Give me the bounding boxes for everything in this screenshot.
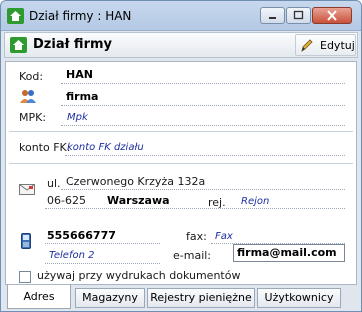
house-icon [10,37,27,53]
phone2-value: Telefon 2 [49,250,95,261]
maximize-icon [293,10,304,20]
envelope-icon [19,184,35,195]
tab-bar: Adres Magazyny Rejestry pieniężne Użytko… [1,285,361,312]
tab-adres[interactable]: Adres [7,285,71,309]
firma-value: firma [66,90,99,103]
print-checkbox-label: używaj przy wydrukach dokumentów [37,269,241,282]
mpk-value: Mpk [67,112,88,123]
firma-underline [61,105,345,106]
email-field[interactable]: firma@mail.com [233,244,345,262]
rej-value: Rejon [241,196,270,207]
tab-rejestry[interactable]: Rejestry pieniężne [147,288,255,308]
minimize-icon [269,17,276,19]
kod-value: HAN [66,68,93,81]
window-title: Dział firmy : HAN [29,9,132,23]
separator [9,163,353,164]
phone2-underline [45,263,160,264]
pencil-icon [301,39,313,52]
house-icon [7,8,24,24]
separator [9,131,353,132]
konto-label: konto FK: [19,141,71,154]
edit-button[interactable]: Edytuj [295,34,356,56]
maximize-button[interactable] [286,7,311,24]
close-button[interactable] [312,7,352,24]
postal-code: 06-625 [47,194,86,207]
email-label: e-mail: [173,249,212,262]
mpk-underline [61,125,345,126]
street-underline [61,189,345,190]
tab-magazyny[interactable]: Magazyny [75,288,145,308]
fax-label: fax: [186,230,207,243]
street-value: Czerwonego Krzyża 132a [66,175,206,188]
fax-value: Fax [215,231,233,242]
phone-underline [45,243,160,244]
mpk-label: MPK: [19,111,47,124]
kod-underline [61,83,345,84]
tab-label: Rejestry pieniężne [150,291,252,304]
print-checkbox[interactable] [19,271,31,283]
kod-label: Kod: [19,70,44,83]
city-underline [45,208,345,209]
edit-button-label: Edytuj [320,39,355,52]
tab-label: Użytkownicy [264,291,334,304]
tab-label: Adres [23,290,55,303]
people-icon [20,90,36,103]
minimize-button[interactable] [260,7,285,24]
window: Dział firmy : HAN Dział firmy Edytuj Kod… [0,0,362,312]
ul-label: ul. [47,177,61,190]
tab-label: Magazyny [82,291,138,304]
city-value: Warszawa [107,194,170,207]
konto-underline [65,155,345,156]
page-title: Dział firmy [33,37,113,52]
phone-value: 555666777 [47,229,116,242]
email-value: firma@mail.com [237,246,337,259]
header-toolbar: Dział firmy Edytuj [4,32,358,58]
title-bar: Dział firmy : HAN [1,1,361,31]
phone-icon [21,233,31,249]
tab-uzytkownicy[interactable]: Użytkownicy [257,288,341,308]
konto-value: konto FK działu [67,142,144,153]
close-icon [327,10,337,21]
